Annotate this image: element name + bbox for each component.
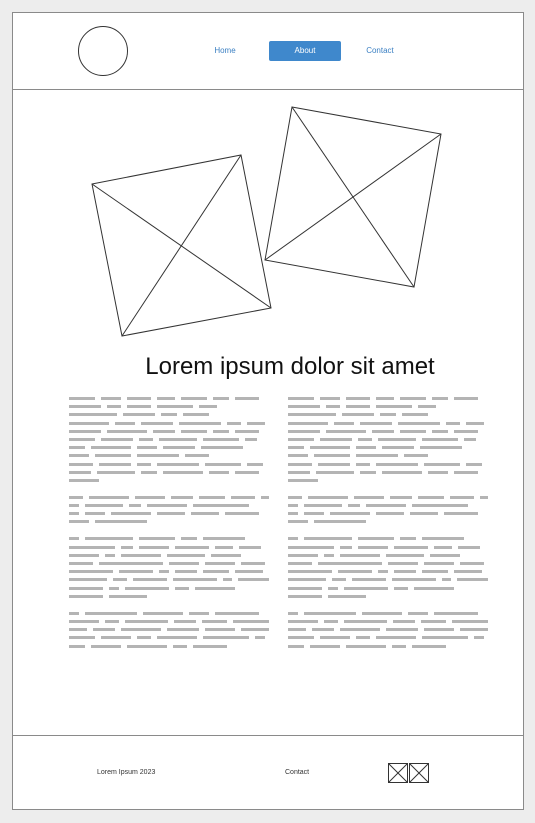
paragraph-placeholder — [288, 495, 488, 524]
hero-image-right-placeholder — [264, 106, 442, 288]
paragraph-placeholder — [69, 611, 270, 648]
paragraph-placeholder — [288, 611, 489, 648]
paragraph-placeholder — [69, 397, 269, 482]
hero-images — [91, 106, 442, 337]
paragraph-placeholder — [288, 537, 488, 598]
paragraph-placeholder — [69, 495, 269, 524]
footer: Lorem Ipsum 2023 Contact — [13, 735, 523, 809]
text-column-right — [288, 397, 489, 662]
paragraph-placeholder — [288, 397, 488, 482]
paragraph-placeholder — [69, 537, 269, 598]
hero-image-left-placeholder — [91, 154, 272, 337]
image-placeholder-icon[interactable] — [409, 763, 429, 783]
footer-copyright: Lorem Ipsum 2023 — [97, 769, 156, 776]
image-placeholder-icon[interactable] — [388, 763, 408, 783]
page-title: Lorem ipsum dolor sit amet — [145, 353, 435, 380]
footer-contact-link[interactable]: Contact — [285, 769, 309, 776]
page: Home About Contact Lorem ipsum dolor sit… — [12, 12, 524, 810]
text-column-left — [69, 397, 270, 662]
